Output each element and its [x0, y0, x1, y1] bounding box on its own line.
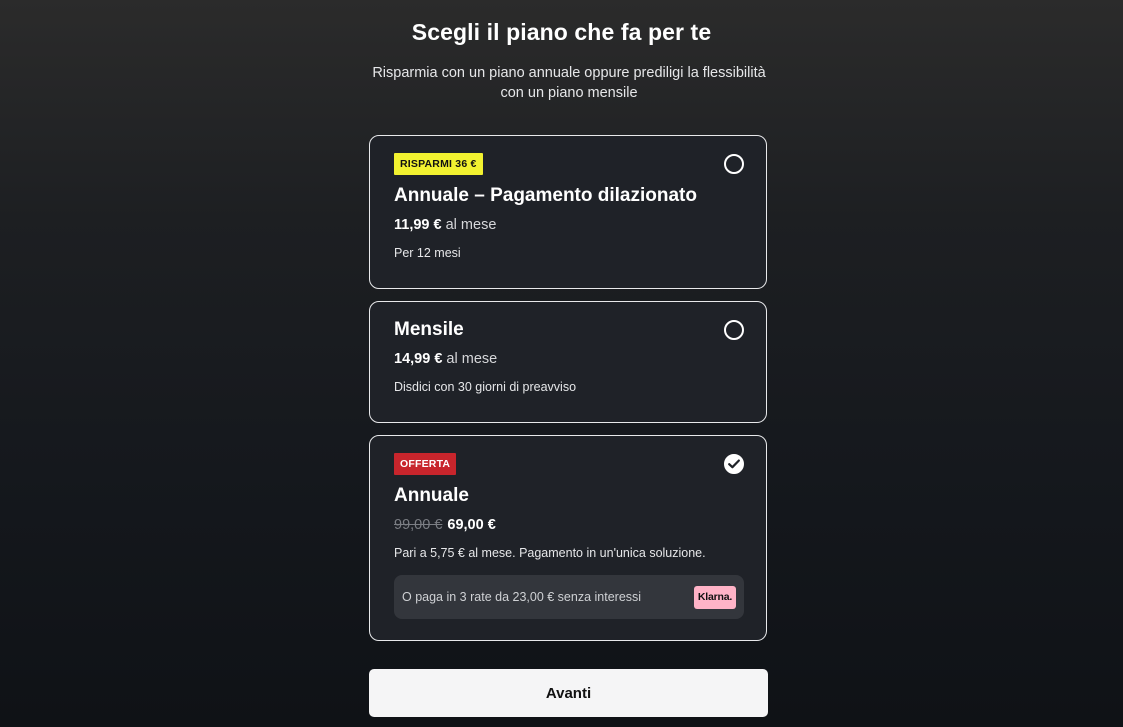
plan-price: 11,99 €: [394, 217, 442, 233]
plan-card-annual-installments[interactable]: RISPARMI 36 € Annuale – Pagamento dilazi…: [369, 135, 767, 289]
page-title: Scegli il piano che fa per te: [411, 19, 712, 45]
plan-note: Per 12 mesi: [394, 246, 461, 260]
next-button[interactable]: Avanti: [369, 669, 768, 717]
page-subtitle: Risparmia con un piano annuale oppure pr…: [372, 65, 766, 101]
installments-info: O paga in 3 rate da 23,00 € senza intere…: [394, 575, 744, 619]
plan-price-suffix: al mese: [445, 217, 497, 233]
plan-price: 69,00 €: [447, 517, 496, 533]
plan-title: Annuale – Pagamento dilazionato: [394, 185, 697, 206]
plan-price-suffix: al mese: [446, 351, 498, 367]
plan-price: 14,99 €: [394, 351, 443, 367]
plan-price-line: 11,99 € al mese: [394, 217, 496, 233]
plan-note: Disdici con 30 giorni di preavviso: [394, 380, 577, 394]
plan-title: Mensile: [394, 319, 464, 340]
plan-radio-button[interactable]: [724, 154, 744, 174]
plan-old-price: 99,00 €: [394, 517, 443, 533]
offer-badge: OFFERTA: [394, 453, 457, 475]
installments-text: O paga in 3 rate da 23,00 € senza intere…: [402, 590, 642, 604]
plan-radio-button-selected[interactable]: [724, 454, 744, 474]
savings-badge: RISPARMI 36 €: [394, 153, 483, 175]
plan-price-line: 99,00 €69,00 €: [394, 517, 496, 533]
plan-title: Annuale: [394, 485, 469, 506]
check-icon: [728, 459, 740, 469]
plan-card-annual[interactable]: OFFERTA Annuale 99,00 €69,00 € Pari a 5,…: [369, 435, 767, 641]
plan-card-monthly[interactable]: Mensile 14,99 € al mese Disdici con 30 g…: [369, 301, 767, 423]
plan-price-line: 14,99 € al mese: [394, 351, 497, 367]
plan-radio-button[interactable]: [724, 320, 744, 340]
klarna-logo: Klarna.: [694, 586, 736, 609]
plan-note: Pari a 5,75 € al mese. Pagamento in un'u…: [394, 546, 706, 560]
